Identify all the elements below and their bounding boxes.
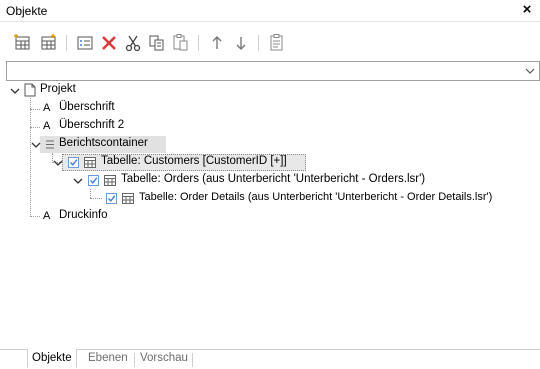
- tree-node-label: Berichtscontainer: [59, 137, 148, 149]
- tree-node-label: Druckinfo: [59, 209, 108, 221]
- tab-label: Vorschau: [140, 352, 188, 364]
- text-icon: A: [43, 120, 51, 132]
- chevron-down-icon[interactable]: [10, 86, 20, 96]
- chevron-down-icon[interactable]: [53, 158, 63, 168]
- tree-node-druckinfo[interactable]: A Druckinfo: [6, 208, 206, 226]
- visibility-checkbox[interactable]: [88, 175, 99, 186]
- properties-icon[interactable]: [74, 32, 96, 54]
- text-icon: A: [43, 210, 51, 222]
- new-object-icon[interactable]: [12, 32, 34, 54]
- tab-label: Ebenen: [88, 352, 128, 364]
- container-icon: [46, 140, 54, 149]
- close-icon[interactable]: ×: [518, 1, 536, 19]
- cut-icon[interactable]: [122, 32, 144, 54]
- tree-node-label: Überschrift: [59, 101, 115, 113]
- tab-separator: [192, 353, 193, 367]
- new-object-before-icon[interactable]: [38, 32, 60, 54]
- tree-node-customers[interactable]: Tabelle: Customers [CustomerID [+]]: [6, 154, 316, 172]
- move-up-icon[interactable]: [206, 32, 228, 54]
- tab-separator: [134, 353, 135, 367]
- toolbar-separator: [66, 35, 67, 51]
- visibility-checkbox[interactable]: [106, 193, 117, 204]
- table-icon: [84, 157, 96, 168]
- text-icon: A: [43, 102, 51, 114]
- table-icon: [104, 175, 116, 186]
- toolbar-separator: [258, 35, 259, 51]
- object-tree: Projekt A Überschrift A Überschrift 2 Be…: [6, 82, 540, 346]
- toolbar-separator: [198, 35, 199, 51]
- chevron-down-icon: [525, 68, 535, 74]
- chevron-down-icon[interactable]: [31, 140, 41, 150]
- tab-vorschau[interactable]: Vorschau: [136, 349, 192, 368]
- object-filter-dropdown[interactable]: [6, 61, 540, 81]
- tree-node-berichtscontainer[interactable]: Berichtscontainer: [6, 136, 206, 154]
- copy-icon[interactable]: [146, 32, 168, 54]
- tab-objekte[interactable]: Objekte: [27, 349, 77, 368]
- visibility-checkbox[interactable]: [68, 157, 79, 168]
- move-down-icon[interactable]: [230, 32, 252, 54]
- panel-tabs: Objekte Ebenen Vorschau: [0, 349, 540, 369]
- tree-node-label: Überschrift 2: [59, 119, 125, 131]
- tree-node-order-details[interactable]: Tabelle: Order Details (aus Unterbericht…: [6, 190, 540, 208]
- tab-ebenen[interactable]: Ebenen: [84, 349, 132, 368]
- panel-title: Objekte: [6, 4, 48, 18]
- chevron-down-icon[interactable]: [73, 176, 83, 186]
- paste-icon[interactable]: [170, 32, 192, 54]
- tree-node-label: Tabelle: Orders (aus Unterbericht 'Unter…: [121, 173, 426, 185]
- tree-node-orders[interactable]: Tabelle: Orders (aus Unterbericht 'Unter…: [6, 172, 456, 190]
- panel-titlebar: Objekte ×: [0, 0, 540, 22]
- toolbar: [0, 30, 540, 58]
- page-icon: [24, 83, 36, 97]
- tree-node-ueberschrift[interactable]: A Überschrift: [6, 100, 206, 118]
- tree-node-ueberschrift-2[interactable]: A Überschrift 2: [6, 118, 206, 136]
- tree-node-label: Tabelle: Order Details (aus Unterbericht…: [139, 191, 493, 203]
- tab-label: Objekte: [32, 352, 72, 364]
- tree-node-label: Tabelle: Customers [CustomerID [+]]: [101, 155, 287, 167]
- tree-node-projekt[interactable]: Projekt: [6, 82, 206, 100]
- clipboard-icon[interactable]: [266, 32, 288, 54]
- table-icon: [122, 193, 134, 204]
- delete-icon[interactable]: [98, 32, 120, 54]
- tree-node-label: Projekt: [40, 83, 76, 95]
